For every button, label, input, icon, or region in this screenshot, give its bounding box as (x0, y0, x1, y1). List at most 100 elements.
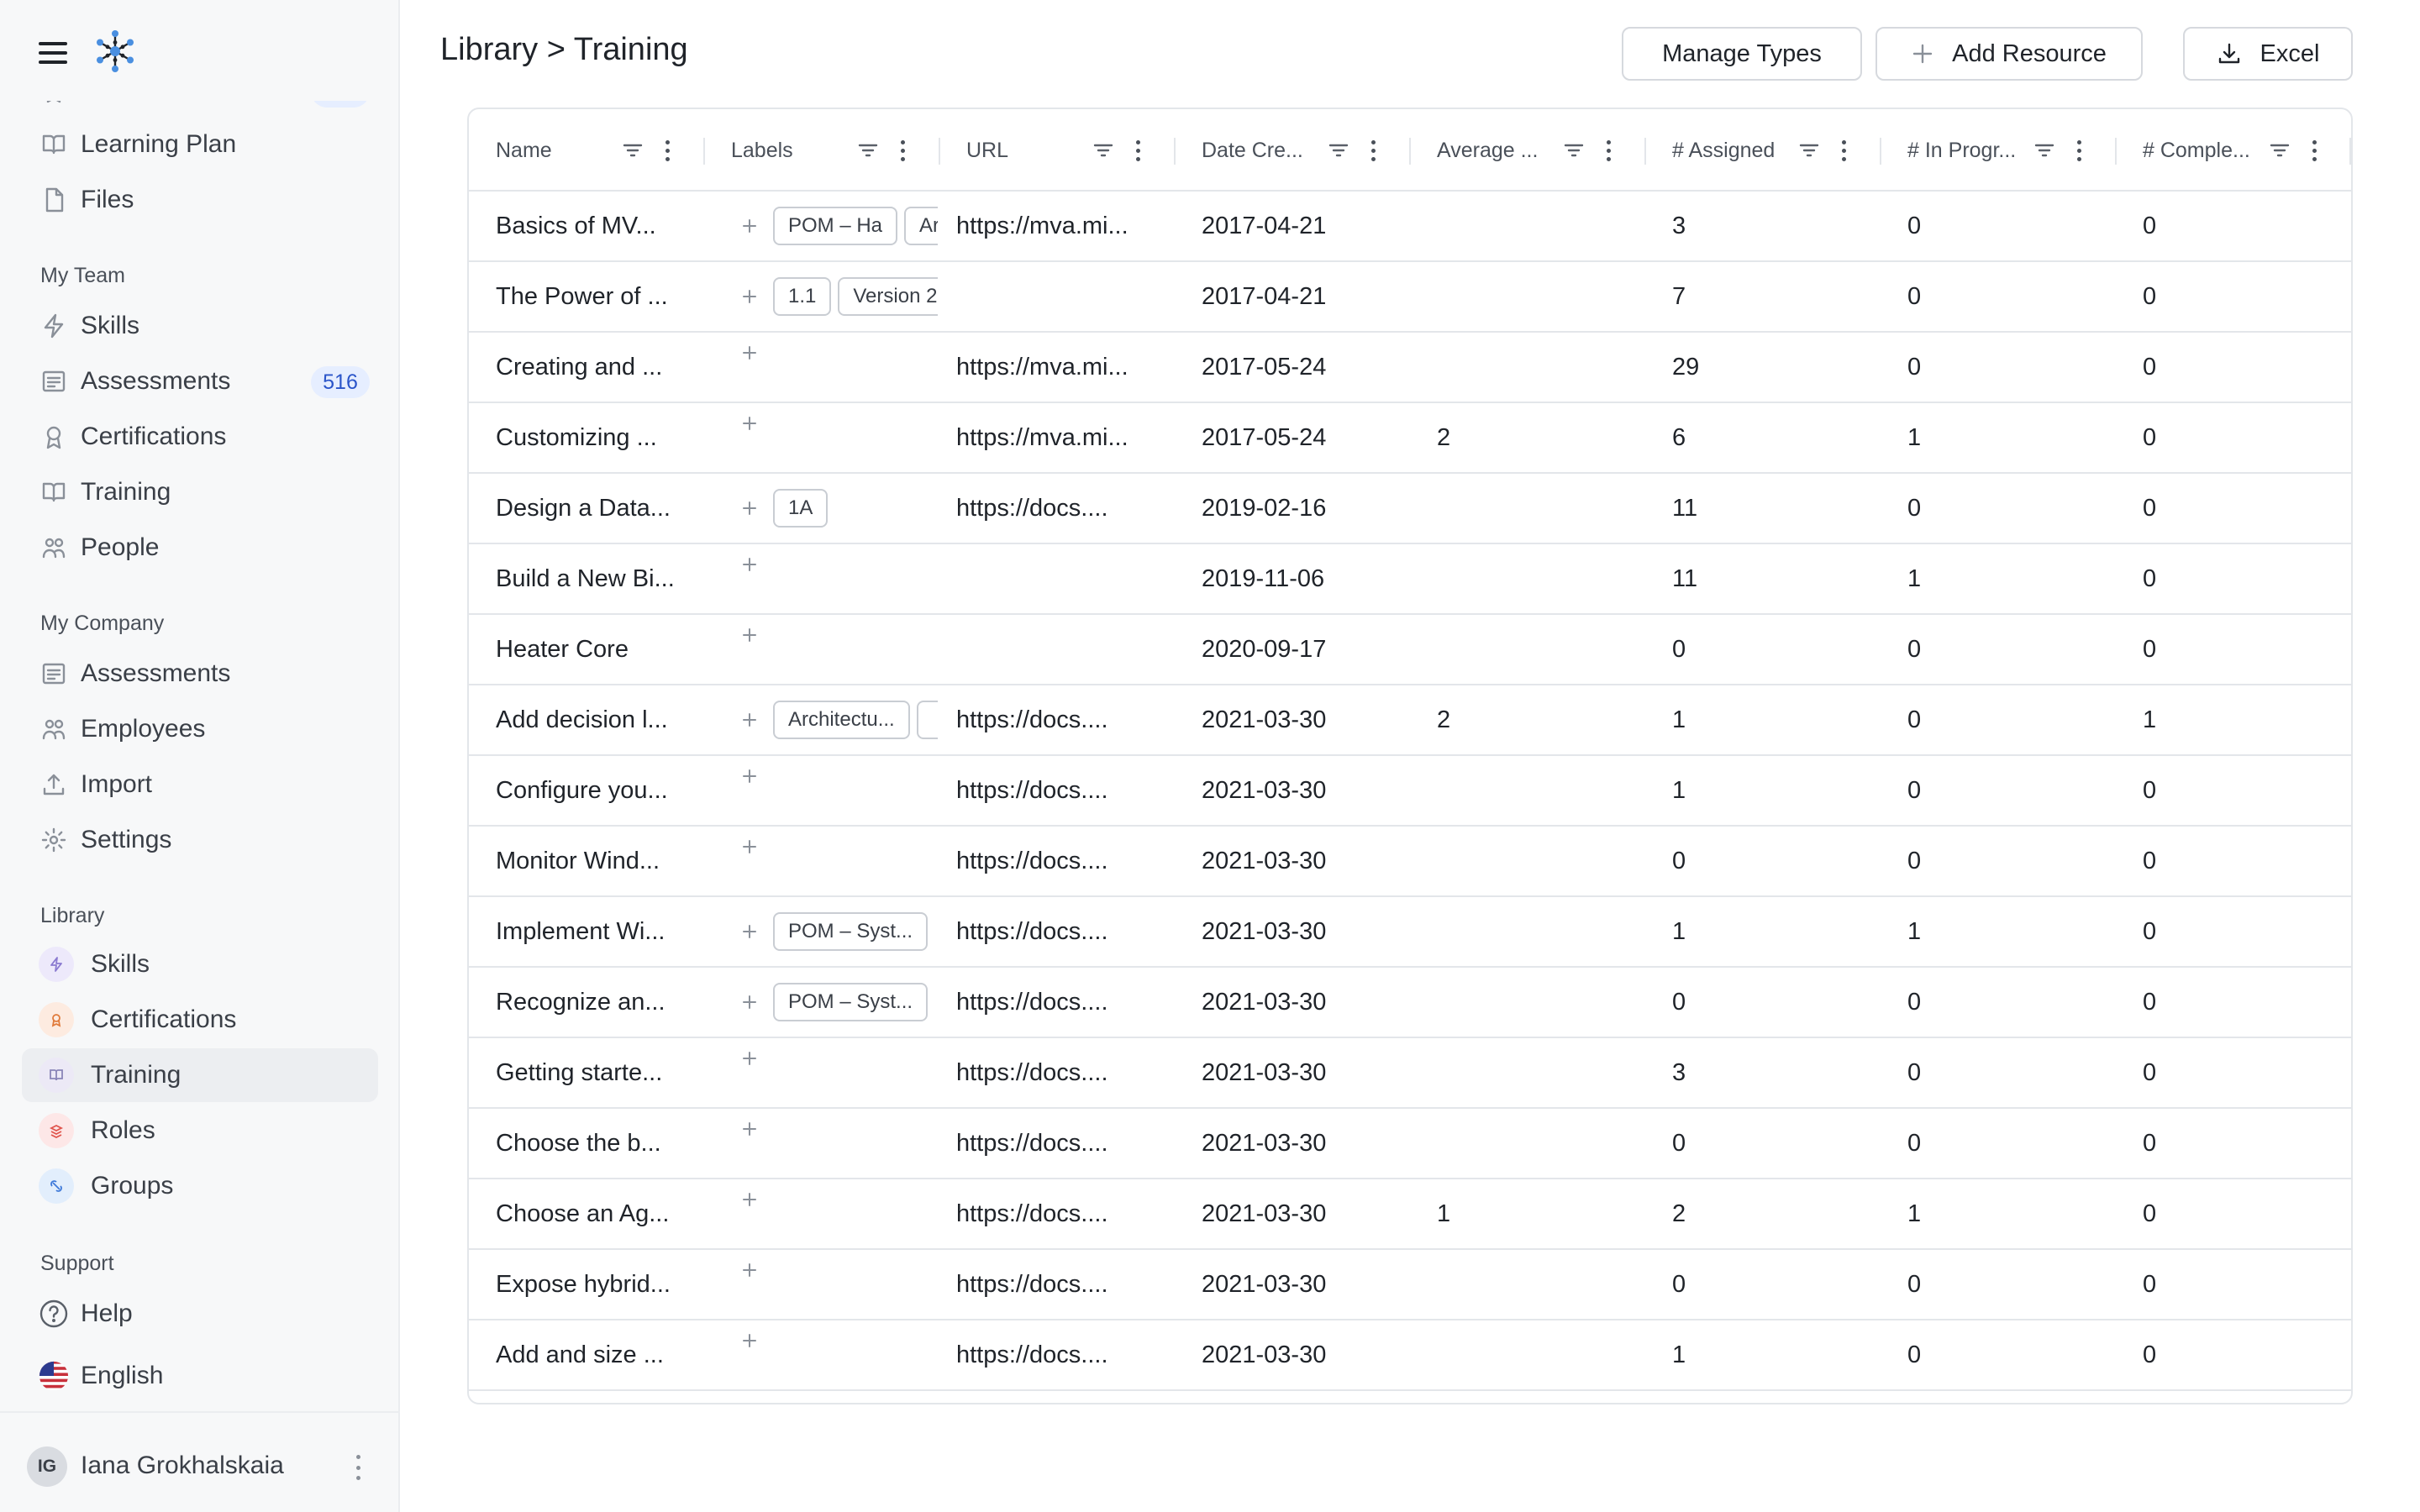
column-header-assigned[interactable]: # Assigned (1645, 109, 1881, 192)
sidebar-item-team-certifications[interactable]: Certifications (22, 410, 378, 464)
user-profile[interactable]: IG Iana Grokhalskaia (0, 1411, 398, 1512)
sidebar-item-team-assessments[interactable]: Assessments 516 (22, 354, 378, 408)
column-header-average[interactable]: Average ... (1410, 109, 1645, 192)
sidebar-item-team-people[interactable]: People (22, 521, 378, 575)
avatar[interactable]: IG (27, 1446, 67, 1487)
url-cell[interactable]: https://docs.... (956, 1109, 1166, 1178)
sidebar-nav[interactable]: Certifications1Learning PlanFilesMy Team… (0, 0, 398, 1411)
resource-name-cell[interactable]: Getting starte... (496, 1038, 696, 1107)
url-cell[interactable]: https://docs.... (956, 1179, 1166, 1248)
filter-icon[interactable] (2032, 109, 2057, 192)
table-row[interactable]: Customizing ... https://mva.mi... 2017-05-… (469, 403, 2351, 474)
add-label-icon[interactable] (739, 1119, 760, 1139)
column-menu-icon[interactable] (1600, 109, 1617, 192)
sidebar-item-library-training[interactable]: Training (22, 1048, 378, 1102)
resource-name-cell[interactable]: Expose hybrid... (496, 1250, 696, 1319)
sidebar-item-library-certifications[interactable]: Certifications (22, 993, 378, 1047)
url-cell[interactable] (956, 262, 1166, 331)
table-row[interactable]: Add and size ... https://docs.... 2021-03-… (469, 1320, 2351, 1391)
column-divider[interactable] (2349, 138, 2351, 165)
label-chip[interactable]: POM – Syst... (773, 912, 929, 951)
sidebar-item-library-roles[interactable]: Roles (22, 1104, 378, 1158)
add-label-icon[interactable] (739, 1331, 760, 1351)
filter-icon[interactable] (1797, 109, 1822, 192)
user-name[interactable]: Iana Grokhalskaia (81, 1452, 284, 1480)
sidebar-item-company-import[interactable]: Import (22, 758, 378, 811)
table-row[interactable]: Build a New Bi... 2019-11-06 11 1 0 (469, 544, 2351, 615)
table-row[interactable]: Choose the b... https://docs.... 2021-03-3… (469, 1109, 2351, 1179)
resource-name-cell[interactable]: Choose the b... (496, 1109, 696, 1178)
resource-name-cell[interactable]: Configure you... (496, 756, 696, 825)
column-menu-icon[interactable] (659, 109, 676, 192)
label-chip[interactable]: 1A (773, 489, 829, 528)
table-row[interactable]: Expose hybrid... https://docs.... 2021-03-… (469, 1250, 2351, 1320)
menu-icon[interactable] (39, 39, 67, 67)
column-menu-icon[interactable] (894, 109, 911, 192)
table-row[interactable]: The Power of ... 2017-04-21 7 0 0 1.1 Version … (469, 262, 2351, 333)
column-divider[interactable] (1174, 138, 1176, 165)
url-cell[interactable]: https://docs.... (956, 897, 1166, 966)
filter-icon[interactable] (2267, 109, 2292, 192)
column-divider[interactable] (939, 138, 940, 165)
label-chip[interactable] (916, 701, 938, 739)
url-cell[interactable]: https://docs.... (956, 1320, 1166, 1389)
resource-name-cell[interactable]: Design a Data... (496, 474, 696, 543)
column-menu-icon[interactable] (1365, 109, 1381, 192)
url-cell[interactable]: https://docs.... (956, 1250, 1166, 1319)
table-row[interactable]: Heater Core 2020-09-17 0 0 0 (469, 615, 2351, 685)
url-cell[interactable]: https://mva.mi... (956, 333, 1166, 402)
table-row[interactable]: Implement Wi... https://docs.... 2021-03-3… (469, 897, 2351, 968)
excel-export-button[interactable]: Excel (2183, 27, 2353, 81)
add-label-icon[interactable] (739, 992, 760, 1012)
resource-name-cell[interactable]: Choose an Ag... (496, 1179, 696, 1248)
column-header-name[interactable]: Name (469, 109, 704, 192)
table-row[interactable]: Choose an Ag... https://docs.... 2021-03-3… (469, 1179, 2351, 1250)
sidebar-item-support-help[interactable]: Help (22, 1287, 378, 1341)
table-row[interactable]: Basics of MV... https://mva.mi... 2017-04-… (469, 192, 2351, 262)
add-label-icon[interactable] (739, 216, 760, 236)
column-divider[interactable] (1409, 138, 1411, 165)
table-row[interactable]: Recognize an... https://docs.... 2021-03-3… (469, 968, 2351, 1038)
label-chip[interactable]: 1.1 (773, 277, 832, 316)
column-divider[interactable] (2115, 138, 2117, 165)
column-header-comple[interactable]: # Comple... (2116, 109, 2351, 192)
add-label-icon[interactable] (739, 1260, 760, 1280)
column-menu-icon[interactable] (1835, 109, 1852, 192)
filter-icon[interactable] (1091, 109, 1116, 192)
add-resource-button[interactable]: Add Resource (1876, 27, 2143, 81)
resource-name-cell[interactable]: Add and size ... (496, 1320, 696, 1389)
label-chip[interactable]: Architectu... (773, 701, 910, 739)
label-chip[interactable]: POM – Syst... (773, 983, 929, 1021)
sidebar-item-top-files[interactable]: Files (22, 173, 378, 227)
add-label-icon[interactable] (739, 625, 760, 645)
url-cell[interactable]: https://docs.... (956, 968, 1166, 1037)
add-label-icon[interactable] (739, 1048, 760, 1068)
add-label-icon[interactable] (739, 343, 760, 363)
label-chip[interactable]: Version 2. (838, 277, 938, 316)
column-menu-icon[interactable] (1129, 109, 1146, 192)
label-chip[interactable]: POM – Ha (773, 207, 898, 245)
sidebar-item-library-skills[interactable]: Skills (22, 937, 378, 991)
add-label-icon[interactable] (739, 766, 760, 786)
resource-name-cell[interactable]: Implement Wi... (496, 897, 696, 966)
resource-name-cell[interactable]: Build a New Bi... (496, 544, 696, 613)
table-row[interactable]: Add decision l... https://docs.... 2021-03… (469, 685, 2351, 756)
add-label-icon[interactable] (739, 837, 760, 857)
table-row[interactable]: Creating and ... https://mva.mi... 2017-05… (469, 333, 2351, 403)
url-cell[interactable]: https://docs.... (956, 685, 1166, 754)
url-cell[interactable]: https://docs.... (956, 474, 1166, 543)
resource-name-cell[interactable]: Creating and ... (496, 333, 696, 402)
add-label-icon[interactable] (739, 710, 760, 730)
add-label-icon[interactable] (739, 1189, 760, 1210)
url-cell[interactable] (956, 615, 1166, 684)
url-cell[interactable]: https://docs.... (956, 827, 1166, 895)
sidebar-item-support-english[interactable]: English (22, 1349, 378, 1403)
column-header-url[interactable]: URL (939, 109, 1175, 192)
filter-icon[interactable] (855, 109, 881, 192)
url-cell[interactable]: https://docs.... (956, 756, 1166, 825)
add-label-icon[interactable] (739, 413, 760, 433)
sidebar-item-company-employees[interactable]: Employees (22, 702, 378, 756)
column-header-labels[interactable]: Labels (704, 109, 939, 192)
column-divider[interactable] (1880, 138, 1881, 165)
sidebar-item-library-groups[interactable]: Groups (22, 1159, 378, 1213)
